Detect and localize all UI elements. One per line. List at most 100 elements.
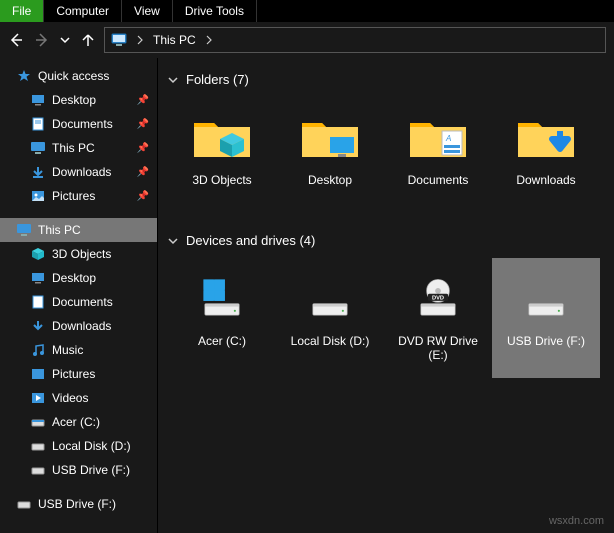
sidebar-tp-local[interactable]: Local Disk (D:) — [0, 434, 157, 458]
item-label: Downloads — [512, 173, 579, 187]
sidebar-item-label: Pictures — [52, 189, 95, 203]
pin-icon: 📌 — [137, 191, 149, 202]
sidebar-item-label: This PC — [38, 223, 81, 237]
sidebar-this-pc-quick[interactable]: This PC 📌 — [0, 136, 157, 160]
dvd-drive-icon: DVD — [406, 270, 470, 326]
drive-icon — [30, 414, 46, 430]
drives-grid: Acer (C:) Local Disk (D:) DVD DVD RW Dri… — [168, 258, 614, 378]
this-pc-icon — [30, 140, 46, 156]
sidebar-item-label: Quick access — [38, 69, 109, 83]
this-pc-icon — [111, 32, 127, 48]
group-folders-header[interactable]: Folders (7) — [168, 72, 614, 87]
sidebar-item-label: USB Drive (F:) — [38, 497, 116, 511]
chevron-down-icon — [168, 236, 178, 246]
sidebar-item-label: Documents — [52, 117, 113, 131]
drive-icon — [190, 270, 254, 326]
desktop-icon — [30, 270, 46, 286]
item-label: Documents — [404, 173, 473, 187]
sidebar-item-label: Pictures — [52, 367, 95, 381]
downloads-icon — [30, 318, 46, 334]
item-label: Desktop — [304, 173, 356, 187]
chevron-right-icon — [204, 35, 214, 45]
documents-icon — [30, 294, 46, 310]
desktop-icon — [30, 92, 46, 108]
pin-icon: 📌 — [137, 167, 149, 178]
sidebar-desktop[interactable]: Desktop 📌 — [0, 88, 157, 112]
videos-icon — [30, 390, 46, 406]
sidebar-item-label: Downloads — [52, 319, 111, 333]
up-button[interactable] — [80, 32, 96, 48]
usb-icon — [16, 496, 32, 512]
drive-dvd-e[interactable]: DVD DVD RW Drive (E:) — [384, 258, 492, 378]
pin-icon: 📌 — [137, 95, 149, 106]
sidebar-item-label: Music — [52, 343, 83, 357]
sidebar-item-label: Local Disk (D:) — [52, 439, 131, 453]
pictures-icon — [30, 188, 46, 204]
sidebar-pictures[interactable]: Pictures 📌 — [0, 184, 157, 208]
breadcrumb-this-pc[interactable]: This PC — [153, 33, 196, 47]
sidebar-tp-downloads[interactable]: Downloads — [0, 314, 157, 338]
sidebar: Quick access Desktop 📌 Documents 📌 This … — [0, 58, 158, 533]
drive-acer-c[interactable]: Acer (C:) — [168, 258, 276, 378]
folder-icon — [298, 109, 362, 165]
menu-file[interactable]: File — [0, 0, 44, 22]
usb-drive-icon — [514, 270, 578, 326]
sidebar-documents[interactable]: Documents 📌 — [0, 112, 157, 136]
sidebar-downloads[interactable]: Downloads 📌 — [0, 160, 157, 184]
sidebar-item-label: Downloads — [52, 165, 111, 179]
back-button[interactable] — [8, 32, 24, 48]
menu-view[interactable]: View — [122, 0, 173, 22]
address-bar[interactable]: This PC — [104, 27, 606, 53]
menu-drive-tools[interactable]: Drive Tools — [173, 0, 257, 22]
music-icon — [30, 342, 46, 358]
folder-documents[interactable]: A Documents — [384, 97, 492, 217]
sidebar-this-pc[interactable]: This PC — [0, 218, 157, 242]
folder-icon: A — [406, 109, 470, 165]
sidebar-tp-pictures[interactable]: Pictures — [0, 362, 157, 386]
sidebar-tp-documents[interactable]: Documents — [0, 290, 157, 314]
sidebar-item-label: 3D Objects — [52, 247, 111, 261]
menubar: File Computer View Drive Tools — [0, 0, 614, 22]
documents-icon — [30, 116, 46, 132]
item-label: Acer (C:) — [194, 334, 250, 348]
folder-3d-objects[interactable]: 3D Objects — [168, 97, 276, 217]
item-label: USB Drive (F:) — [503, 334, 589, 348]
sidebar-item-label: Acer (C:) — [52, 415, 100, 429]
drive-local-d[interactable]: Local Disk (D:) — [276, 258, 384, 378]
svg-text:A: A — [445, 134, 451, 143]
cube-icon — [30, 246, 46, 262]
sidebar-item-label: This PC — [52, 141, 95, 155]
menu-computer[interactable]: Computer — [44, 0, 122, 22]
pin-icon: 📌 — [137, 119, 149, 130]
folder-icon — [514, 109, 578, 165]
nav-arrows — [8, 32, 96, 48]
sidebar-usb-root[interactable]: USB Drive (F:) — [0, 492, 157, 516]
sidebar-tp-desktop[interactable]: Desktop — [0, 266, 157, 290]
drive-usb-f[interactable]: USB Drive (F:) — [492, 258, 600, 378]
navbar: This PC — [0, 22, 614, 58]
sidebar-item-label: Desktop — [52, 271, 96, 285]
sidebar-quick-access[interactable]: Quick access — [0, 64, 157, 88]
sidebar-tp-acer[interactable]: Acer (C:) — [0, 410, 157, 434]
usb-icon — [30, 462, 46, 478]
sidebar-item-label: Videos — [52, 391, 88, 405]
sidebar-item-label: USB Drive (F:) — [52, 463, 130, 477]
group-drives-header[interactable]: Devices and drives (4) — [168, 233, 614, 248]
sidebar-tp-videos[interactable]: Videos — [0, 386, 157, 410]
svg-text:DVD: DVD — [432, 295, 444, 301]
watermark: wsxdn.com — [549, 515, 604, 527]
downloads-icon — [30, 164, 46, 180]
chevron-right-icon — [135, 35, 145, 45]
chevron-down-icon — [168, 75, 178, 85]
sidebar-3d-objects[interactable]: 3D Objects — [0, 242, 157, 266]
folder-downloads[interactable]: Downloads — [492, 97, 600, 217]
sidebar-tp-usb[interactable]: USB Drive (F:) — [0, 458, 157, 482]
folders-grid: 3D Objects Desktop A Documents — [168, 97, 614, 217]
group-header-label: Devices and drives (4) — [186, 233, 315, 248]
group-header-label: Folders (7) — [186, 72, 249, 87]
item-label: Local Disk (D:) — [287, 334, 374, 348]
forward-button[interactable] — [34, 32, 50, 48]
sidebar-tp-music[interactable]: Music — [0, 338, 157, 362]
recent-dropdown[interactable] — [60, 35, 70, 45]
folder-desktop[interactable]: Desktop — [276, 97, 384, 217]
